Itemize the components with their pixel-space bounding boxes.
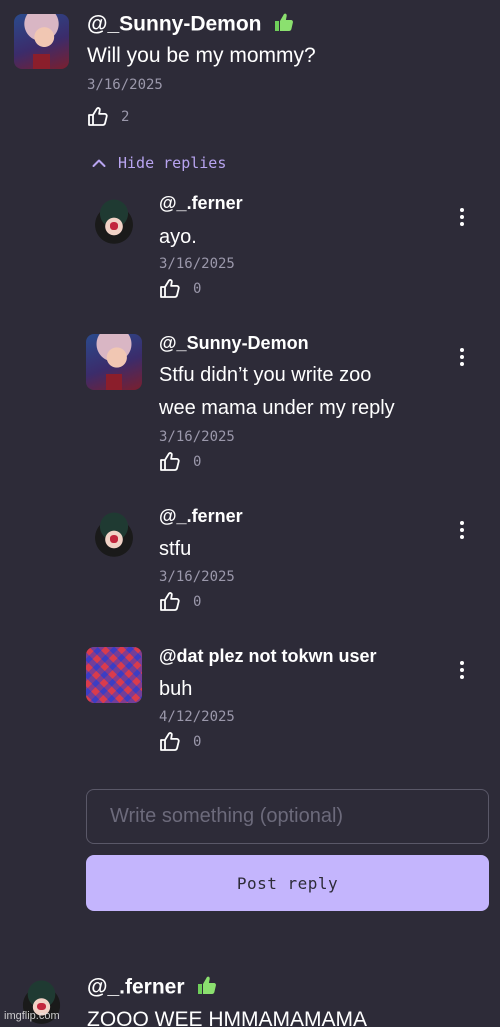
thumbs-up-icon <box>159 591 181 612</box>
like-count: 2 <box>121 108 130 125</box>
thumbs-up-emoji-icon <box>272 11 294 39</box>
comment-username[interactable]: @_.ferner <box>87 974 217 1002</box>
thumbs-up-icon <box>87 106 109 127</box>
reply-username[interactable]: @dat plez not tokwn user <box>159 646 377 667</box>
avatar[interactable] <box>86 507 142 563</box>
thumbs-up-emoji-icon <box>195 974 217 1002</box>
avatar[interactable] <box>86 194 142 250</box>
comment-thread: @_Sunny-Demon Will you be my mommy? 3/16… <box>0 0 500 1027</box>
more-options-icon[interactable] <box>454 519 470 541</box>
post-reply-button[interactable]: Post reply <box>86 855 489 911</box>
avatar[interactable] <box>86 334 142 390</box>
reply-input[interactable] <box>86 789 489 844</box>
more-options-icon[interactable] <box>454 206 470 228</box>
like-button[interactable]: 2 <box>87 106 129 127</box>
watermark: imgflip.com <box>4 1010 60 1022</box>
like-button[interactable]: 0 <box>159 451 201 472</box>
reply-text: stfu <box>159 538 192 560</box>
username-text[interactable]: @_Sunny-Demon <box>87 13 262 36</box>
like-button[interactable]: 0 <box>159 731 201 752</box>
reply-username[interactable]: @_.ferner <box>159 193 243 214</box>
reply-text: buh <box>159 678 193 700</box>
avatar[interactable] <box>86 647 142 703</box>
hide-replies-label: Hide replies <box>118 154 227 172</box>
reply-date: 4/12/2025 <box>159 709 235 725</box>
reply-date: 3/16/2025 <box>159 429 235 445</box>
reply-text-line-2: wee mama under my reply <box>159 397 395 419</box>
like-button[interactable]: 0 <box>159 278 201 299</box>
hide-replies-toggle[interactable]: Hide replies <box>92 154 226 172</box>
reply-text: ayo. <box>159 226 197 248</box>
more-options-icon[interactable] <box>454 659 470 681</box>
chevron-up-icon <box>92 154 106 172</box>
username-text[interactable]: @_.ferner <box>87 976 185 999</box>
comment-date: 3/16/2025 <box>87 77 163 93</box>
avatar[interactable] <box>14 14 69 69</box>
reply-username[interactable]: @_.ferner <box>159 506 243 527</box>
thumbs-up-icon <box>159 731 181 752</box>
reply-date: 3/16/2025 <box>159 569 235 585</box>
thumbs-up-icon <box>159 451 181 472</box>
like-count: 0 <box>193 280 202 297</box>
like-count: 0 <box>193 593 202 610</box>
like-button[interactable]: 0 <box>159 591 201 612</box>
like-count: 0 <box>193 733 202 750</box>
reply-text-line-1: Stfu didn’t you write zoo <box>159 364 372 386</box>
more-options-icon[interactable] <box>454 346 470 368</box>
comment-text: ZOOO WEE HMMAMAMAMA <box>87 1008 367 1027</box>
like-count: 0 <box>193 453 202 470</box>
thumbs-up-icon <box>159 278 181 299</box>
reply-username[interactable]: @_Sunny-Demon <box>159 333 309 354</box>
comment-username[interactable]: @_Sunny-Demon <box>87 11 294 39</box>
reply-date: 3/16/2025 <box>159 256 235 272</box>
comment-text: Will you be my mommy? <box>87 44 316 67</box>
